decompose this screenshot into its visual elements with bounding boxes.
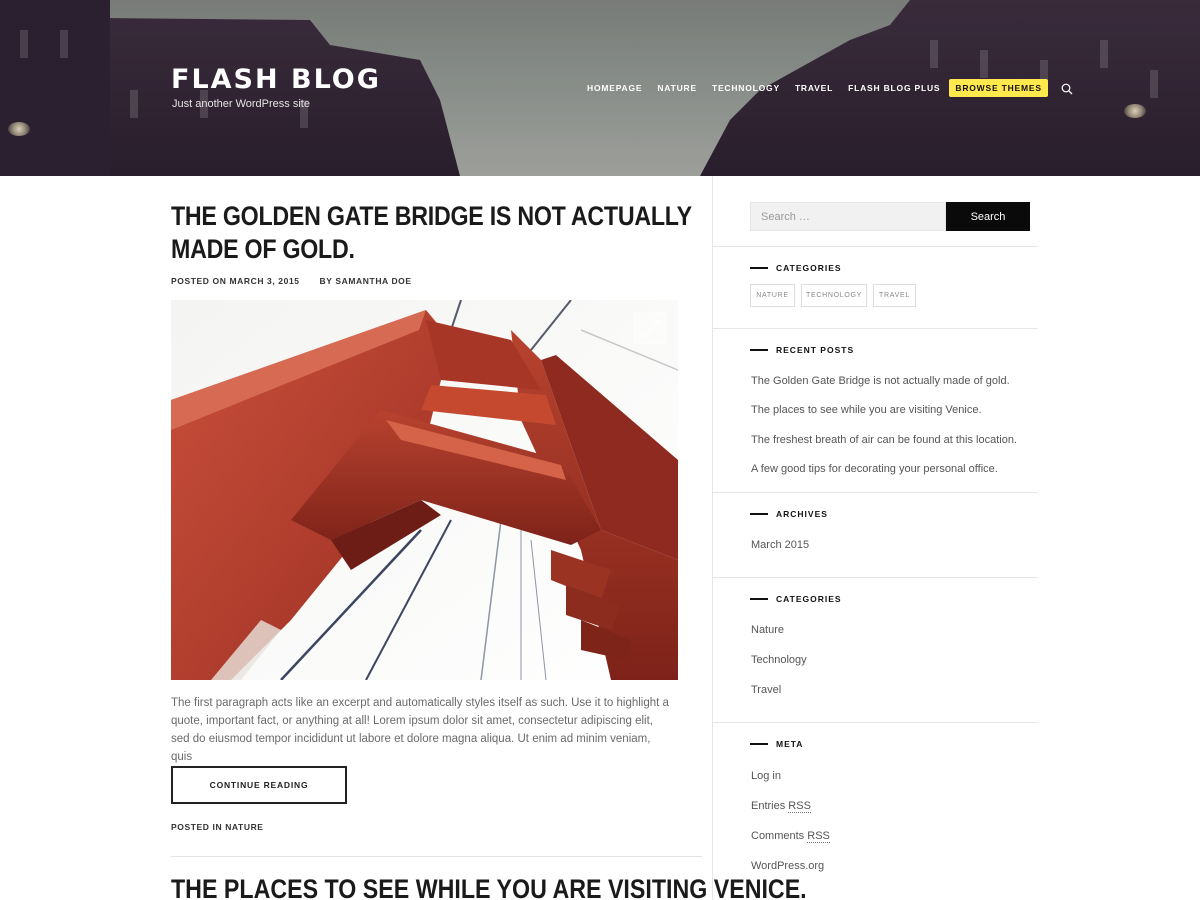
recent-post-link[interactable]: The Golden Gate Bridge is not actually m…	[751, 375, 1010, 387]
posted-in-label: POSTED IN	[171, 822, 223, 832]
tag-technology[interactable]: TECHNOLOGY	[801, 284, 867, 307]
category-link-nature[interactable]: Nature	[751, 624, 784, 636]
title-bar	[750, 598, 768, 600]
widget-title-categories-tags: CATEGORIES	[750, 263, 842, 273]
title-bar	[750, 513, 768, 515]
entries-rss-link[interactable]: Entries RSS	[751, 800, 811, 813]
widget-divider	[713, 492, 1038, 493]
recent-post-link[interactable]: The places to see while you are visiting…	[751, 404, 982, 416]
next-post-title[interactable]: THE PLACES TO SEE WHILE YOU ARE VISITING…	[171, 873, 807, 900]
nav-item-homepage[interactable]: HOMEPAGE	[587, 83, 642, 93]
nav-item-nature[interactable]: NATURE	[657, 83, 697, 93]
main-nav: HOMEPAGE NATURE TECHNOLOGY TRAVEL FLASH …	[587, 79, 1073, 97]
widget-title-text: CATEGORIES	[776, 594, 842, 604]
recent-post-link[interactable]: A few good tips for decorating your pers…	[751, 463, 998, 475]
featured-image[interactable]	[171, 300, 678, 680]
widget-title-meta: META	[750, 739, 803, 749]
rss-abbr: RSS	[788, 800, 811, 813]
title-bar	[750, 349, 768, 351]
wordpress-org-link[interactable]: WordPress.org	[751, 860, 824, 872]
site-tagline: Just another WordPress site	[172, 98, 310, 110]
continue-reading-button[interactable]: CONTINUE READING	[171, 766, 347, 804]
widget-title-categories: CATEGORIES	[750, 594, 842, 604]
posted-in: POSTED IN NATURE	[171, 822, 264, 832]
post-excerpt: The first paragraph acts like an excerpt…	[171, 697, 669, 763]
post-date[interactable]: MARCH 3, 2015	[229, 276, 299, 286]
site-header: FLASH BLOG Just another WordPress site H…	[0, 0, 1200, 176]
archive-link[interactable]: March 2015	[751, 539, 809, 551]
post-title[interactable]: THE GOLDEN GATE BRIDGE IS NOT ACTUALLY M…	[171, 200, 696, 266]
widget-title-text: ARCHIVES	[776, 509, 828, 519]
nav-item-technology[interactable]: TECHNOLOGY	[712, 83, 780, 93]
bridge-photo	[171, 300, 678, 680]
post-divider	[171, 856, 702, 857]
site-title[interactable]: FLASH BLOG	[171, 64, 381, 95]
post-category-link[interactable]: NATURE	[225, 822, 263, 832]
sidebar-search-button[interactable]: Search	[946, 202, 1030, 231]
widget-divider	[713, 328, 1038, 329]
category-link-technology[interactable]: Technology	[751, 654, 807, 666]
widget-divider	[713, 577, 1038, 578]
posted-on-label: POSTED ON	[171, 276, 227, 286]
widget-title-text: RECENT POSTS	[776, 345, 855, 355]
entries-rss-prefix: Entries	[751, 800, 789, 812]
tag-travel[interactable]: TRAVEL	[873, 284, 916, 307]
sidebar-border	[712, 176, 713, 900]
expand-icon[interactable]	[634, 312, 666, 344]
login-link[interactable]: Log in	[751, 770, 781, 782]
tag-nature[interactable]: NATURE	[750, 284, 795, 307]
nav-item-flash-blog-plus[interactable]: FLASH BLOG PLUS	[848, 83, 940, 93]
widget-divider	[713, 722, 1038, 723]
comments-rss-link[interactable]: Comments RSS	[751, 830, 830, 843]
widget-title-recent-posts: RECENT POSTS	[750, 345, 854, 355]
rss-abbr: RSS	[807, 830, 830, 843]
post-author[interactable]: SAMANTHA DOE	[335, 276, 411, 286]
by-label: BY	[319, 276, 333, 286]
title-bar	[750, 267, 768, 269]
widget-divider	[713, 246, 1038, 247]
category-link-travel[interactable]: Travel	[751, 684, 781, 696]
widget-title-text: CATEGORIES	[776, 263, 842, 273]
nav-item-travel[interactable]: TRAVEL	[795, 83, 833, 93]
search-icon[interactable]	[1061, 82, 1073, 95]
widget-title-text: META	[776, 739, 804, 749]
comments-rss-prefix: Comments	[751, 830, 808, 842]
browse-themes-button[interactable]: BROWSE THEMES	[949, 79, 1048, 97]
title-bar	[750, 743, 768, 745]
recent-post-link[interactable]: The freshest breath of air can be found …	[751, 434, 1017, 446]
sidebar-search-input[interactable]: Search …	[750, 202, 946, 231]
post-meta: POSTED ON MARCH 3, 2015 BY SAMANTHA DOE	[171, 276, 412, 286]
widget-title-archives: ARCHIVES	[750, 509, 828, 519]
